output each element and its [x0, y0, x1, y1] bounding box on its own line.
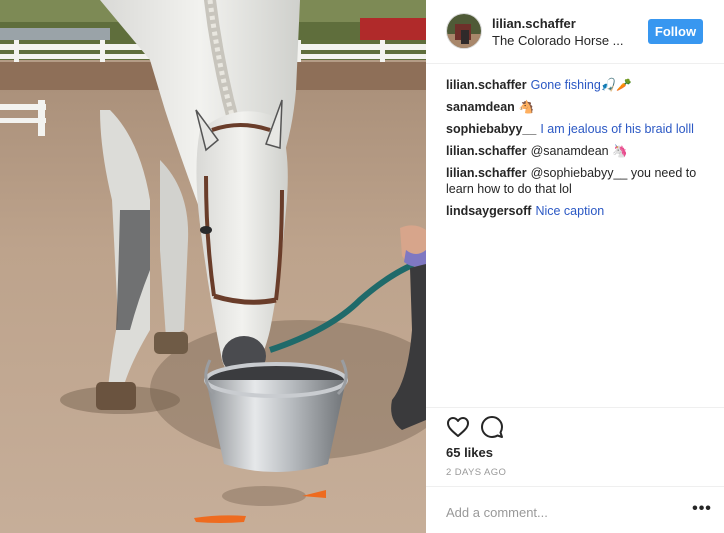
comment-username[interactable]: lilian.schaffer: [446, 78, 527, 92]
comment-text: @sanamdean 🦄: [530, 144, 628, 158]
comment-item: lilian.schaffer Gone fishing🎣🥕: [446, 77, 716, 93]
avatar[interactable]: [446, 13, 482, 49]
heart-icon[interactable]: [446, 415, 470, 439]
avatar-image: [447, 14, 481, 48]
comment-text: Gone fishing🎣🥕: [530, 78, 632, 92]
add-comment-input[interactable]: [446, 503, 666, 521]
add-comment-bar: •••: [426, 486, 724, 533]
horse-photo-illustration: [0, 0, 426, 533]
comment-item: lindsaygersoff Nice caption: [446, 203, 716, 219]
comment-username[interactable]: sophiebabyy__: [446, 122, 536, 136]
post-location[interactable]: The Colorado Horse ...: [492, 33, 624, 49]
post-date[interactable]: 2 DAYS AGO: [446, 467, 506, 478]
post-header: lilian.schaffer The Colorado Horse ... F…: [426, 0, 724, 64]
post-sidebar: lilian.schaffer The Colorado Horse ... F…: [426, 0, 724, 533]
comment-item: sophiebabyy__ I am jealous of his braid l…: [446, 121, 716, 137]
comment-item: lilian.schaffer @sophiebabyy__ you need t…: [446, 165, 716, 197]
post-actions: [426, 407, 724, 447]
more-options-icon[interactable]: •••: [692, 499, 712, 519]
comments-list: lilian.schaffer Gone fishing🎣🥕 sanamdean 🐴…: [446, 77, 716, 225]
post-photo[interactable]: [0, 0, 426, 533]
comment-bubble-icon[interactable]: [480, 415, 504, 439]
comment-item: sanamdean 🐴: [446, 99, 716, 115]
comment-text: 🐴: [518, 100, 535, 114]
comment-username[interactable]: sanamdean: [446, 100, 515, 114]
author-username[interactable]: lilian.schaffer: [492, 16, 576, 32]
comment-username[interactable]: lilian.schaffer: [446, 144, 527, 158]
comment-item: lilian.schaffer @sanamdean 🦄: [446, 143, 716, 159]
comment-username[interactable]: lilian.schaffer: [446, 166, 527, 180]
follow-button[interactable]: Follow: [648, 19, 703, 44]
comment-username[interactable]: lindsaygersoff: [446, 204, 531, 218]
comment-text: Nice caption: [535, 204, 605, 218]
comment-text: I am jealous of his braid lolll: [540, 122, 694, 136]
instagram-post: lilian.schaffer The Colorado Horse ... F…: [0, 0, 724, 533]
likes-count[interactable]: 65 likes: [446, 445, 493, 460]
